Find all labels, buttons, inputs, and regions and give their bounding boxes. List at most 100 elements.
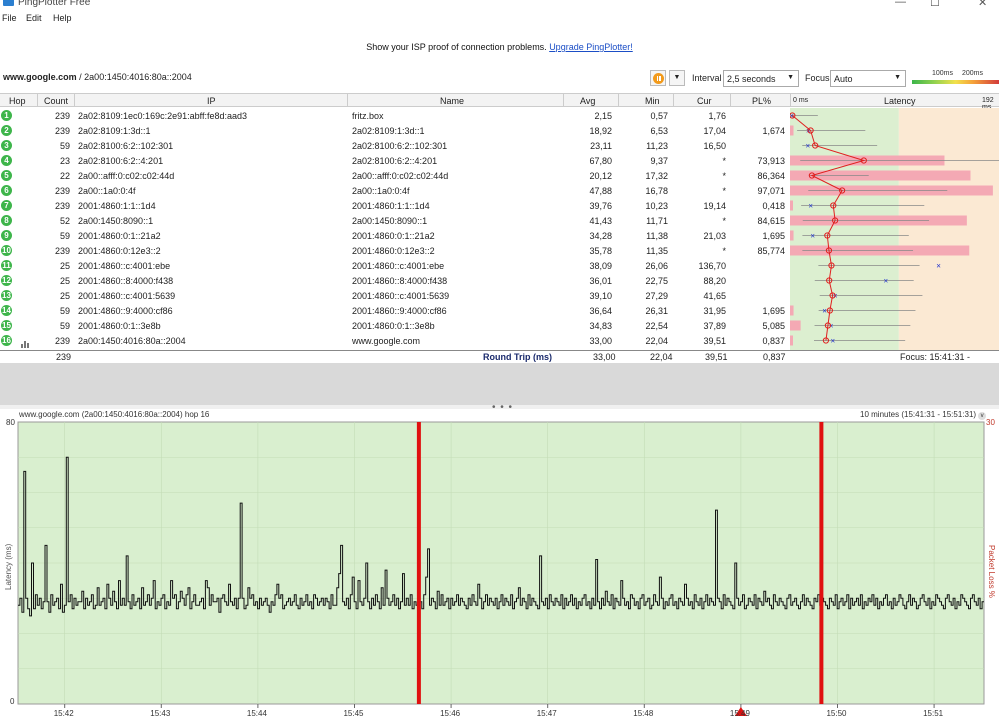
table-row[interactable]: 2 239 2a02:8109:1:3d::1 2a02:8109:1:3d::1 18… [0, 123, 790, 138]
hop-cur: 17,04 [703, 126, 726, 136]
interval-label: Interval [692, 73, 722, 83]
menu-edit[interactable]: Edit [26, 13, 42, 23]
hop-name: 2a00::1a0:0:4f [352, 186, 410, 196]
hop-pl: 1,674 [762, 126, 785, 136]
table-row[interactable]: 9 59 2001:4860:0:1::21a2 2001:4860:0:1::21a… [0, 228, 790, 243]
current-latency-marker: × [808, 202, 813, 211]
table-row[interactable]: 16 239 2a00:1450:4016:80a::2004 www.google.… [0, 333, 790, 348]
hop-name: 2001:4860::c:4001:5639 [352, 291, 450, 301]
table-row[interactable]: 10 239 2001:4860:0:12e3::2 2001:4860:0:12e3… [0, 243, 790, 258]
hop-ip: 2a02:8109:1ec0:169c:2e91:abff:fe8d:aad3 [78, 111, 247, 121]
latency-zone-warn [898, 108, 999, 350]
col-ip[interactable]: IP [207, 96, 216, 106]
menu-help[interactable]: Help [53, 13, 72, 23]
interval-value: 2,5 seconds [727, 74, 776, 84]
col-cur[interactable]: Cur [697, 96, 712, 106]
timeline-graph[interactable] [0, 418, 999, 718]
col-count[interactable]: Count [44, 96, 68, 106]
hop-avg: 39,76 [589, 201, 612, 211]
latency-column-graph: ××××××××××× [790, 108, 999, 350]
hop-name: fritz.box [352, 111, 384, 121]
hop-name: 2a00::afff:0:c02:c02:44d [352, 171, 449, 181]
table-row[interactable]: 6 239 2a00::1a0:0:4f 2a00::1a0:0:4f 47,88 16,… [0, 183, 790, 198]
hop-avg: 35,78 [589, 246, 612, 256]
hop-cur: * [722, 216, 726, 226]
table-row[interactable]: 7 239 2001:4860:1:1::1d4 2001:4860:1:1::1d4… [0, 198, 790, 213]
hop-avg: 36,01 [589, 276, 612, 286]
hop-name: www.google.com [352, 336, 421, 346]
hop-ip: 2a00:1450:4016:80a::2004 [78, 336, 186, 346]
hop-avg: 67,80 [589, 156, 612, 166]
table-row[interactable]: 4 23 2a02:8100:6:2::4:201 2a02:8100:6:2::4:… [0, 153, 790, 168]
hop-cur: 39,51 [703, 336, 726, 346]
target-host: www.google.com [3, 72, 77, 82]
hop-count: 23 [59, 156, 70, 166]
current-latency-marker: × [822, 307, 827, 316]
promo-banner: Show your ISP proof of connection proble… [0, 42, 999, 52]
target-label: www.google.com / 2a00:1450:4016:80a::200… [3, 72, 192, 82]
hop-pl: 5,085 [762, 321, 785, 331]
target-bar: www.google.com / 2a00:1450:4016:80a::200… [0, 68, 999, 88]
table-row[interactable]: 3 59 2a02:8100:6:2::102:301 2a02:8100:6:2::… [0, 138, 790, 153]
hop-cur: 37,89 [703, 321, 726, 331]
hop-ip: 2a02:8109:1:3d::1 [78, 126, 151, 136]
hop-number: 4 [1, 155, 12, 166]
maximize-button[interactable]: ☐ [930, 0, 940, 9]
hop-cur: 136,70 [698, 261, 726, 271]
hop-number: 5 [1, 170, 12, 181]
table-row[interactable]: 8 52 2a00:1450:8090::1 2a00:1450:8090::1 41,… [0, 213, 790, 228]
hop-number: 12 [1, 275, 12, 286]
packet-loss-bar [790, 125, 794, 136]
x-tick-label: 15:43 [150, 709, 171, 718]
menu-bar: File Edit Help [0, 13, 999, 27]
minimize-button[interactable]: — [895, 0, 906, 8]
x-tick-label: 15:46 [440, 709, 461, 718]
table-row[interactable]: 15 59 2001:4860:0:1::3e8b 2001:4860:0:1::3e… [0, 318, 790, 333]
splitter-handle-icon[interactable]: • • • [492, 402, 513, 413]
col-name[interactable]: Name [440, 96, 464, 106]
hop-number: 2 [1, 125, 12, 136]
pause-button[interactable] [650, 70, 666, 86]
hop-min: 22,75 [645, 276, 668, 286]
chevron-down-icon: ▼ [787, 74, 794, 81]
hop-number: 16 [1, 335, 12, 346]
hop-name: 2001:4860:1:1::1d4 [352, 201, 430, 211]
focus-label: Focus [805, 73, 830, 83]
col-hop[interactable]: Hop [9, 96, 26, 106]
hop-count: 239 [54, 246, 70, 256]
hop-ip: 2a00:1450:8090::1 [78, 216, 154, 226]
summary-label: Round Trip (ms) [483, 352, 552, 362]
hop-avg: 18,92 [589, 126, 612, 136]
table-row[interactable]: 14 59 2001:4860::9:4000:cf86 2001:4860::9:4… [0, 303, 790, 318]
hop-count: 59 [59, 141, 70, 151]
hop-ip: 2001:4860:0:1::21a2 [78, 231, 161, 241]
interval-select[interactable]: 2,5 seconds ▼ [723, 70, 799, 87]
focus-select[interactable]: Auto ▼ [830, 70, 906, 87]
hop-min: 9,37 [650, 156, 668, 166]
hop-pl: 86,364 [757, 171, 785, 181]
table-row[interactable]: 1 239 2a02:8109:1ec0:169c:2e91:abff:fe8d:a… [0, 108, 790, 123]
hop-avg: 41,43 [589, 216, 612, 226]
hop-min: 27,29 [645, 291, 668, 301]
hop-number: 7 [1, 200, 12, 211]
table-row[interactable]: 5 22 2a00::afff:0:c02:c02:44d 2a00::afff:0:… [0, 168, 790, 183]
col-avg[interactable]: Avg [580, 96, 595, 106]
graph-icon[interactable] [21, 338, 30, 348]
table-row[interactable]: 13 25 2001:4860::c:4001:5639 2001:4860::c:4… [0, 288, 790, 303]
hop-min: 10,23 [645, 201, 668, 211]
hop-pl: 84,615 [757, 216, 785, 226]
col-pl[interactable]: PL% [752, 96, 771, 106]
hop-name: 2a02:8100:6:2::4:201 [352, 156, 438, 166]
hop-cur: * [722, 186, 726, 196]
packet-loss-axis-label: Packet Loss % [987, 545, 996, 598]
upgrade-link[interactable]: Upgrade PingPlotter! [549, 42, 633, 52]
pause-options-button[interactable]: ▼ [669, 70, 685, 86]
table-row[interactable]: 12 25 2001:4860::8:4000:f438 2001:4860::8:4… [0, 273, 790, 288]
hop-ip: 2001:4860:0:1::3e8b [78, 321, 161, 331]
table-row[interactable]: 11 25 2001:4860::c:4001:ebe 2001:4860::c:40… [0, 258, 790, 273]
chevron-down-icon: ▼ [894, 74, 901, 81]
col-min[interactable]: Min [645, 96, 660, 106]
col-latency[interactable]: Latency [884, 96, 916, 106]
close-button[interactable]: ✕ [978, 0, 987, 9]
menu-file[interactable]: File [2, 13, 17, 23]
